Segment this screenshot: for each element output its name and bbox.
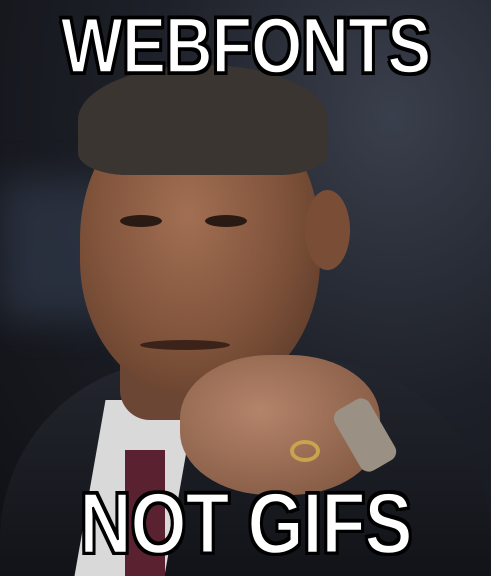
meme-image: WEBFONTS NOT GIFS [0,0,491,576]
ring [290,440,320,462]
bottom-caption: NOT GIFS [79,476,414,572]
right-eye [205,215,247,227]
ear [305,190,350,270]
mouth [140,340,230,350]
left-eye [120,215,162,227]
top-caption: WEBFONTS [60,0,433,90]
